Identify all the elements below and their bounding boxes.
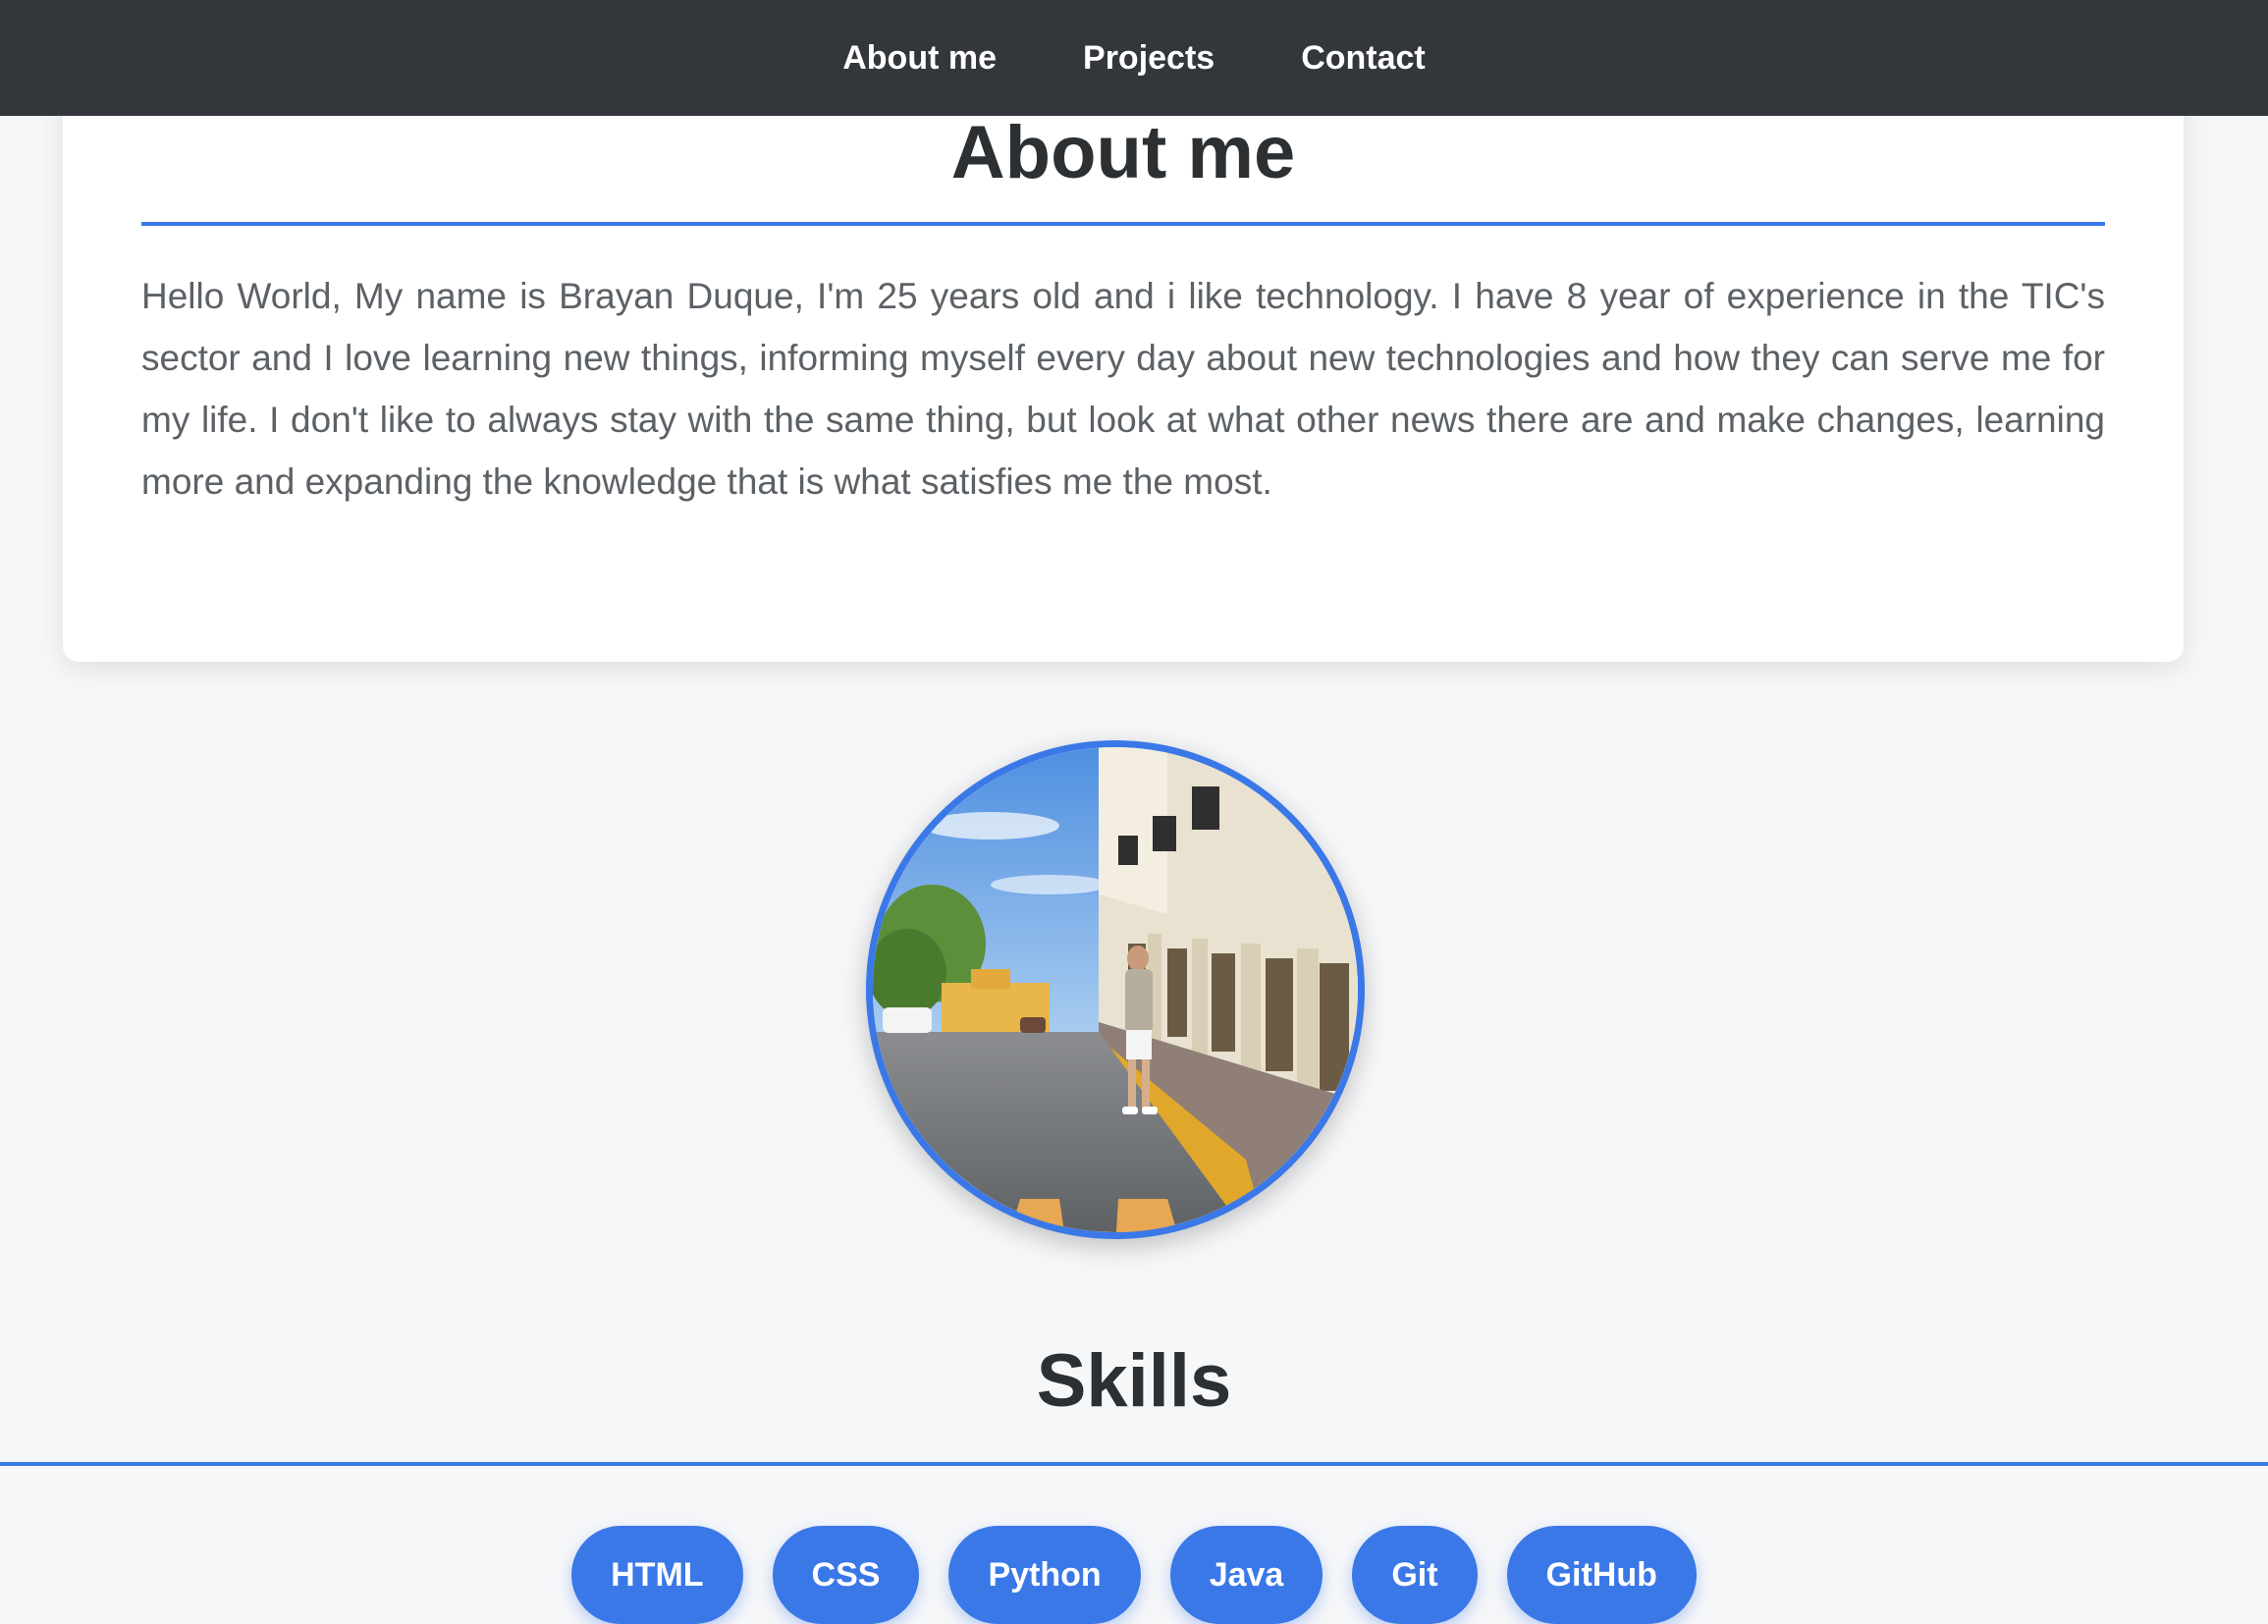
skill-pill-html[interactable]: HTML [571,1526,743,1624]
about-card: About me Hello World, My name is Brayan … [63,59,2184,662]
skill-pill-python[interactable]: Python [948,1526,1141,1624]
nav-link-contact[interactable]: Contact [1301,39,1426,78]
profile-photo-illustration [873,747,1358,1232]
skill-pill-git[interactable]: Git [1352,1526,1478,1624]
skill-pill-css[interactable]: CSS [772,1526,920,1624]
skill-pill-java[interactable]: Java [1169,1526,1323,1624]
skills-title: Skills [1036,1339,1232,1423]
skill-pill-github[interactable]: GitHub [1506,1526,1697,1624]
about-description: Hello World, My name is Brayan Duque, I'… [141,276,2105,502]
about-divider [141,222,2105,226]
nav-link-projects[interactable]: Projects [1083,39,1215,78]
skills-list: HTML CSS Python Java Git GitHub [0,1526,2268,1624]
nav-link-about[interactable]: About me [842,39,997,78]
top-navbar: About me Projects Contact [0,0,2268,116]
profile-photo [866,740,1365,1239]
skills-divider [0,1462,2268,1466]
about-title: About me [950,111,1296,194]
